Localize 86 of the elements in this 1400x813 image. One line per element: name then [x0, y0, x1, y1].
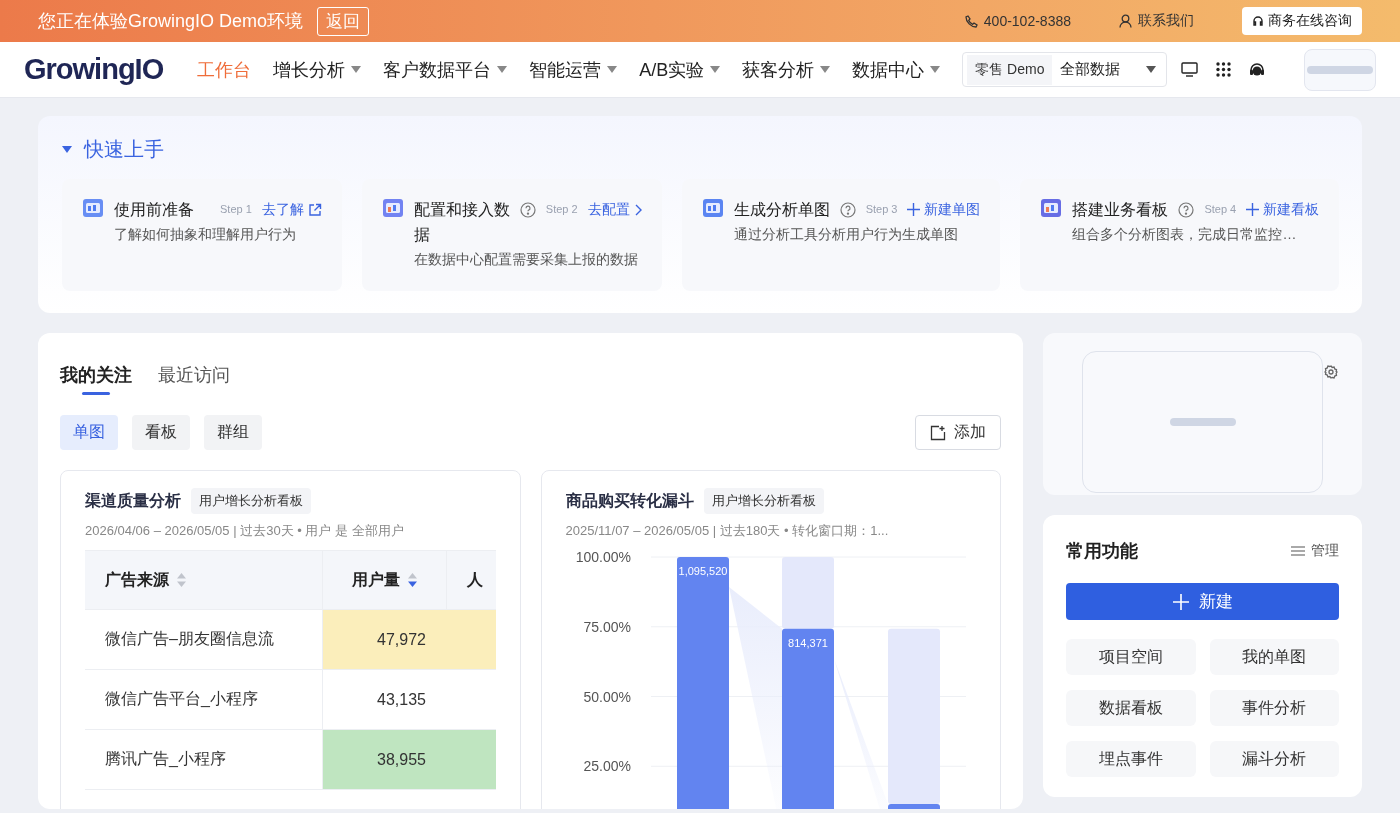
headset-icon[interactable] — [1249, 61, 1266, 78]
step-title: 使用前准备 — [114, 200, 195, 220]
step-number: Step 3 — [865, 202, 898, 217]
user-icon — [1119, 14, 1132, 28]
step-number: Step 1 — [220, 202, 252, 217]
external-link-icon — [307, 202, 322, 217]
chart-meta: 2025/11/07 – 2026/05/05 | 过去180天 • 转化窗口期：1... — [565, 522, 890, 540]
step-description: 在数据中心配置需要采集上报的数据 — [413, 251, 639, 269]
manage-link[interactable]: 管理 — [1291, 542, 1339, 560]
step-number: Step 4 — [1204, 202, 1237, 217]
axis-label: 100.00% — [575, 550, 631, 565]
sliders-icon — [1291, 545, 1305, 557]
dashboard-tag: 用户增长分析看板 — [191, 488, 311, 514]
contact-link[interactable]: 联系我们 — [1138, 12, 1194, 30]
monitor-icon[interactable] — [1181, 62, 1199, 77]
axis-label: 25.00% — [583, 758, 631, 775]
chevron-right-icon — [633, 203, 642, 216]
step-description: 组合多个分析图表，完成日常监控… — [1072, 226, 1298, 244]
shortcut-button[interactable]: 埋点事件 — [1066, 741, 1196, 777]
chart-title: 渠道质量分析 — [85, 490, 181, 511]
data-scope: 全部数据 — [1060, 60, 1122, 79]
axis-label: 75.00% — [583, 618, 631, 635]
nav-item[interactable]: 智能运营 — [529, 57, 618, 82]
section-title: 快速上手 — [84, 137, 164, 162]
nav-item[interactable]: 增长分析 — [273, 57, 362, 82]
new-button[interactable]: 新建 — [1066, 583, 1339, 620]
sort-icon[interactable] — [408, 572, 417, 588]
plus-icon — [1172, 593, 1189, 610]
step-description: 了解如何抽象和理解用户行为 — [114, 226, 297, 244]
headset-icon — [1252, 15, 1264, 27]
shortcut-button[interactable]: 事件分析 — [1209, 690, 1339, 726]
shortcut-button[interactable]: 漏斗分析 — [1209, 741, 1339, 777]
column-header[interactable]: 用户量 — [323, 551, 447, 609]
demo-banner-text: 您正在体验GrowingIO Demo环境 — [38, 10, 304, 33]
step-number: Step 2 — [545, 202, 578, 217]
step-title: 配置和接入数据 — [413, 200, 510, 245]
table-cell: 38,955 — [323, 730, 496, 789]
filter-chip[interactable]: 看板 — [132, 415, 190, 450]
phone-number: 400-102-8388 — [983, 13, 1071, 29]
panel-title: 常用功能 — [1066, 540, 1138, 563]
app-grid-icon[interactable] — [1216, 62, 1232, 77]
value-label: 814,371 — [787, 636, 828, 649]
nav-item[interactable]: 客户数据平台 — [383, 57, 508, 82]
step-action-link[interactable]: 去配置 — [587, 197, 642, 222]
value-label: 1,095,520 — [678, 565, 727, 577]
project-selector[interactable]: 零售 Demo 全部数据 — [962, 52, 1168, 87]
step-title: 生成分析单图 — [733, 200, 830, 220]
settings-icon[interactable] — [1324, 365, 1338, 379]
column-header[interactable]: 广告来源 — [85, 551, 323, 609]
shortcut-button[interactable]: 数据看板 — [1066, 690, 1196, 726]
dashboard-tag: 用户增长分析看板 — [703, 488, 824, 514]
shortcut-button[interactable]: 我的单图 — [1209, 639, 1339, 675]
filter-chip[interactable]: 单图 — [60, 415, 118, 450]
chart-meta: 2026/04/06 – 2026/05/05 | 过去30天 • 用户 是 全部用户 — [85, 522, 405, 540]
tab[interactable]: 最近访问 — [158, 363, 230, 395]
caret-icon — [1146, 66, 1157, 73]
plus-icon — [1246, 203, 1260, 216]
filter-chip[interactable]: 群组 — [204, 415, 262, 450]
step-icon — [1040, 197, 1063, 219]
chart-title: 商品购买转化漏斗 — [565, 490, 694, 511]
step-action-link[interactable]: 去了解 — [261, 197, 322, 222]
column-header[interactable]: 人 — [447, 551, 496, 609]
shortcut-button[interactable]: 项目空间 — [1066, 639, 1196, 675]
plus-icon — [907, 203, 921, 216]
chart-card[interactable]: 商品购买转化漏斗 用户增长分析看板 2025/11/07 – 2026/05/05 | 过去180天 • 转化窗口期：1... 25.00% 50.00% 75.00% 100.00% 1,095,520 814,371 — [540, 470, 1001, 809]
step-action-link[interactable]: 新建单图 — [907, 197, 981, 222]
table-cell: 47,972 — [323, 610, 496, 669]
tab[interactable]: 我的关注 — [60, 363, 132, 395]
step-icon — [82, 197, 104, 219]
add-icon — [930, 424, 946, 441]
step-title: 搭建业务看板 — [1072, 200, 1169, 220]
phone-icon — [964, 14, 978, 28]
nav-item[interactable]: 数据中心 — [852, 57, 941, 82]
axis-label: 50.00% — [583, 688, 631, 705]
logo[interactable]: GrowingIO — [24, 53, 164, 86]
add-button[interactable]: 添加 — [915, 415, 1001, 450]
nav-item[interactable]: 获客分析 — [742, 57, 831, 82]
project-name: 零售 Demo — [967, 54, 1053, 85]
step-action-link[interactable]: 新建看板 — [1246, 197, 1320, 222]
nav-item[interactable]: A/B实验 — [639, 57, 721, 82]
step-icon — [381, 197, 404, 219]
step-icon — [701, 197, 724, 219]
chart-card[interactable]: 渠道质量分析 用户增长分析看板 2026/04/06 – 2026/05/05 | 过去30天 • 用户 是 全部用户 广告来源 用户量 人 微信广告–朋友圈信息流 47,972 微信广告平台_小程序 43,135 腾讯广告_小程序 38,955 — [60, 470, 521, 809]
consult-button[interactable]: 商务在线咨询 — [1242, 7, 1362, 35]
collapse-icon[interactable] — [62, 146, 72, 153]
step-description: 通过分析工具分析用户行为生成单图 — [733, 226, 959, 244]
